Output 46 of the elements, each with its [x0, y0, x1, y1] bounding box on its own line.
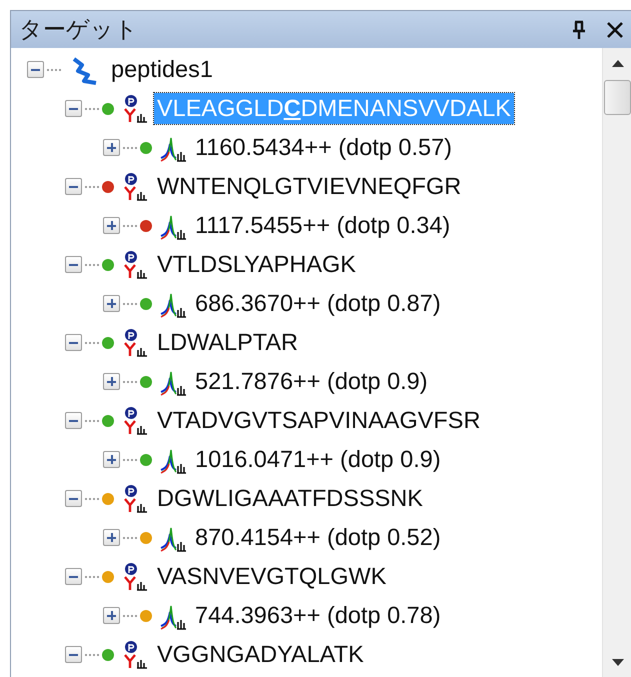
collapse-button[interactable]: [65, 646, 82, 663]
caret-up-icon: [612, 60, 624, 66]
expand-button[interactable]: [103, 139, 120, 156]
tree-item[interactable]: peptides1: [108, 54, 216, 85]
peptide-icon: [122, 250, 148, 280]
expand-button[interactable]: [103, 295, 120, 312]
tree-item[interactable]: VTADVGVTSAPVINAAGVFSR: [154, 405, 484, 436]
tree-item[interactable]: 1016.0471++ (dotp 0.9): [192, 444, 444, 475]
collapse-button[interactable]: [65, 256, 82, 273]
expand-button[interactable]: [103, 373, 120, 390]
collapse-button[interactable]: [65, 568, 82, 585]
peptide-icon: [122, 406, 148, 436]
tree-item[interactable]: 1117.5455++ (dotp 0.34): [192, 210, 454, 241]
tree-item[interactable]: VGGNGADYALATK: [154, 639, 367, 670]
tree-item[interactable]: 870.4154++ (dotp 0.52): [192, 522, 444, 553]
scroll-thumb[interactable]: [604, 80, 631, 115]
tree-item[interactable]: 686.3670++ (dotp 0.87): [192, 288, 444, 319]
tree-item[interactable]: VTLDSLYAPHAGK: [154, 249, 359, 280]
caret-down-icon: [612, 658, 624, 666]
collapse-button[interactable]: [65, 178, 82, 195]
scrollbar[interactable]: [602, 48, 631, 677]
collapse-button[interactable]: [65, 334, 82, 351]
tree-item[interactable]: 744.3963++ (dotp 0.78): [192, 600, 444, 631]
tree-item[interactable]: DGWLIGAAATFDSSSNK: [154, 483, 426, 514]
expand-button[interactable]: [103, 529, 120, 546]
collapse-button[interactable]: [65, 412, 82, 429]
tree-item[interactable]: 1160.5434++ (dotp 0.57): [192, 132, 455, 163]
tree-item[interactable]: VASNVEVGTQLGWK: [154, 561, 390, 592]
close-icon: [606, 20, 624, 38]
peptide-icon: [122, 94, 148, 124]
tree-item[interactable]: WNTENQLGTVIEVNEQFGR: [154, 171, 464, 202]
peptide-icon: [122, 328, 148, 358]
peptide-icon: [122, 172, 148, 202]
pin-icon: [572, 20, 586, 40]
tree-item[interactable]: LDWALPTAR: [154, 327, 302, 358]
panel-title: ターゲット: [19, 15, 139, 44]
collapse-button[interactable]: [65, 100, 82, 117]
collapse-button[interactable]: [27, 61, 44, 78]
collapse-button[interactable]: [65, 490, 82, 507]
peptide-icon: [122, 640, 148, 670]
peptide-icon: [122, 484, 148, 514]
expand-button[interactable]: [103, 217, 120, 234]
tree-item[interactable]: 521.7876++ (dotp 0.9): [192, 366, 431, 397]
expand-button[interactable]: [103, 451, 120, 468]
peptide-icon: [122, 562, 148, 592]
expand-button[interactable]: [103, 607, 120, 624]
